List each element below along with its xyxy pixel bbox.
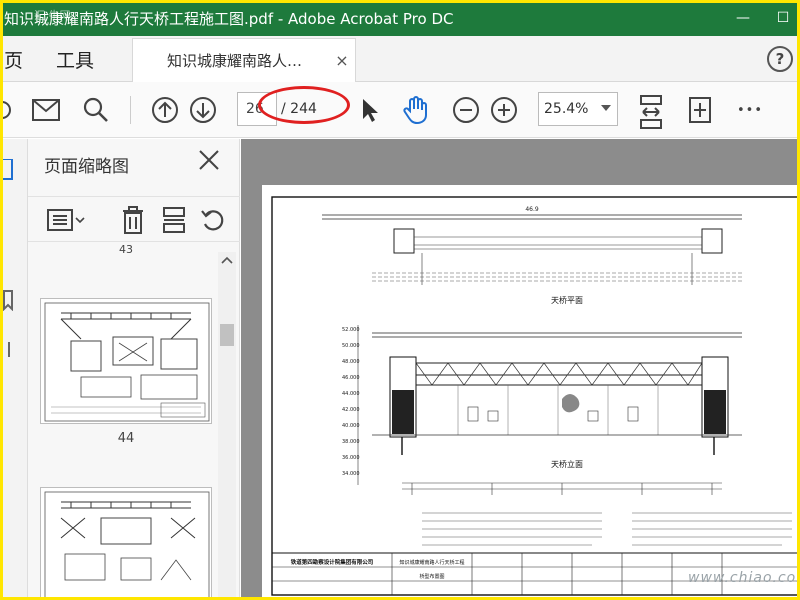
minus-circle-icon [453, 97, 479, 123]
fit-width-icon [640, 95, 662, 129]
zoom-value: 25.4% [544, 101, 589, 117]
panel-toolbar [28, 196, 240, 242]
page-extract-icon [163, 207, 185, 233]
toolbar: ••• [0, 82, 800, 138]
svg-text:40.000: 40.000 [342, 423, 360, 429]
cursor-arrow-icon [363, 99, 378, 122]
arrow-up-icon [152, 97, 178, 123]
title-bar: 知识城康耀南路人行天桥工程施工图.pdf - Adobe Acrobat Pro… [0, 0, 800, 36]
svg-text:52.000: 52.000 [342, 327, 360, 333]
page-total-label: / 244 [281, 101, 317, 117]
help-button[interactable]: ? [767, 46, 793, 72]
plan-label: 天桥平面 [551, 295, 583, 305]
zoom-select[interactable]: 25.4% [538, 92, 618, 126]
attachment-icon[interactable] [2, 339, 16, 361]
minimize-button[interactable]: — [720, 0, 766, 36]
zoom-out-button[interactable] [450, 94, 482, 126]
next-page-button[interactable] [187, 94, 219, 126]
rotate-icon [201, 210, 224, 231]
svg-text:36.000: 36.000 [342, 455, 360, 461]
engineering-drawing: 46.9 天桥平面 52.000 50.000 48.000 46.000 44.00… [271, 196, 799, 596]
document-tab-label: 知识城康耀南路人… [167, 52, 303, 70]
page-number-input[interactable]: 26 [237, 92, 277, 126]
scrollbar-thumb[interactable] [220, 324, 234, 346]
maximize-button[interactable]: ☐ [766, 0, 800, 36]
tab-tools[interactable]: 工具 [56, 36, 94, 82]
elevation-label: 天桥立面 [551, 459, 583, 469]
svg-text:38.000: 38.000 [342, 439, 360, 445]
chevron-up-icon [221, 256, 233, 264]
drawing-thumbnail [44, 491, 210, 600]
previous-page-button[interactable] [149, 94, 181, 126]
fit-page-button[interactable] [635, 92, 667, 132]
hand-icon [403, 96, 427, 125]
email-button[interactable] [30, 94, 62, 126]
svg-text:48.000: 48.000 [342, 359, 360, 365]
zoom-in-button[interactable] [488, 94, 520, 126]
svg-text:42.000: 42.000 [342, 407, 360, 413]
rotate-pages-button[interactable] [198, 205, 228, 235]
project-title: 知识城康耀南路人行天桥工程 [399, 559, 464, 566]
bookmark-icon[interactable] [2, 289, 16, 311]
svg-text:44.000: 44.000 [342, 391, 360, 397]
thumbnail-page-number: 44 [117, 431, 135, 446]
drawing-thumbnail [44, 302, 210, 422]
thumbnails-panel: 页面缩略图 43 44 [28, 139, 240, 600]
thumbnail-page[interactable] [40, 487, 212, 600]
options-menu-button[interactable] [46, 205, 86, 235]
toolbar-divider [130, 96, 131, 124]
minimize-icon: — [736, 10, 750, 26]
panel-title: 页面缩略图 [44, 157, 129, 177]
full-screen-button[interactable] [684, 94, 716, 126]
maximize-icon: ☐ [776, 10, 790, 26]
svg-text:34.000: 34.000 [342, 471, 360, 477]
delete-pages-button[interactable] [118, 205, 148, 235]
plus-circle-icon [491, 97, 517, 123]
trash-icon [123, 206, 143, 234]
tab-home[interactable]: 页 [4, 36, 23, 82]
thumbnail-page-number: 43 [119, 243, 133, 253]
pdf-page: 46.9 天桥平面 52.000 50.000 48.000 46.000 44.00… [262, 185, 800, 600]
search-button[interactable] [80, 94, 112, 126]
expand-icon [689, 97, 711, 123]
envelope-icon [32, 99, 60, 121]
top-watermark: 汇 牛网 [34, 9, 71, 22]
close-tab-button[interactable]: × [329, 51, 355, 70]
svg-text:46.9: 46.9 [525, 206, 539, 213]
drawing-subtitle: 桥型布置图 [419, 573, 444, 580]
page-thumbnails-icon[interactable] [2, 159, 16, 181]
window-title: 知识城康耀南路人行天桥工程施工图.pdf - Adobe Acrobat Pro… [4, 9, 454, 28]
tab-document[interactable]: 知识城康耀南路人… × [132, 38, 356, 82]
chevron-down-icon [601, 105, 611, 111]
close-panel-button[interactable] [196, 147, 222, 173]
list-options-icon [47, 209, 85, 231]
more-tools-button[interactable]: ••• [734, 94, 766, 126]
thumbnail-page[interactable] [40, 298, 212, 424]
site-watermark: www.chiao.com [688, 570, 800, 586]
extract-pages-button[interactable] [159, 205, 189, 235]
company-name: 铁道第四勘察设计院集团有限公司 [291, 558, 374, 566]
left-rail [0, 139, 28, 600]
tab-row: 页 工具 知识城康耀南路人… × ? [0, 36, 800, 82]
search-icon [83, 97, 108, 122]
svg-text:50.000: 50.000 [342, 343, 360, 349]
svg-text:46.000: 46.000 [342, 375, 360, 381]
select-tool-button[interactable] [354, 94, 386, 126]
close-icon [199, 150, 219, 170]
cloud-icon[interactable] [0, 94, 18, 126]
hand-tool-button[interactable] [400, 94, 432, 126]
thumbnail-scrollbar[interactable] [218, 252, 236, 600]
arrow-down-icon [190, 97, 216, 123]
